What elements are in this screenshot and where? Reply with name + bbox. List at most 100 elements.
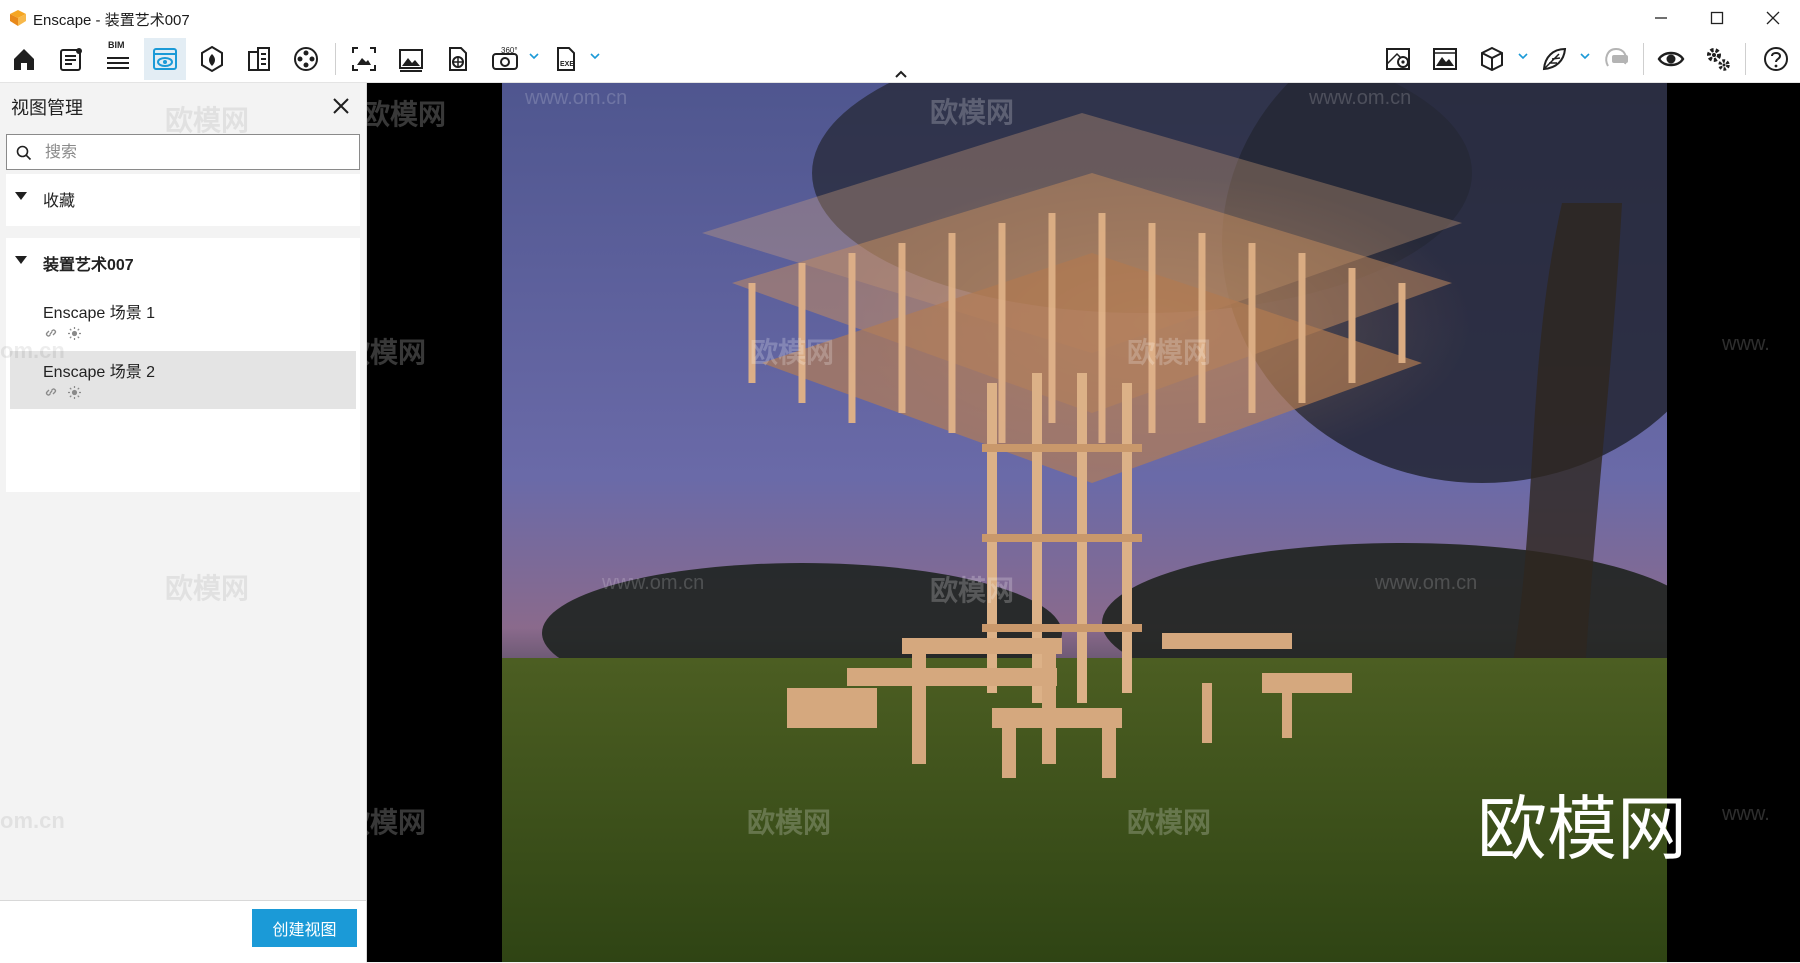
favorites-label: 收藏 <box>43 193 76 210</box>
panorama-label: 360° <box>501 46 518 55</box>
bim-label: BIM <box>108 40 125 50</box>
asset-library-button[interactable] <box>191 38 233 80</box>
building-icon <box>248 47 270 71</box>
visual-settings-button[interactable] <box>1650 38 1692 80</box>
watermark-url: www. <box>1722 803 1770 825</box>
watermark: 欧模网 <box>165 573 250 604</box>
map-pin-icon <box>1386 48 1410 70</box>
favorites-group: 收藏 <box>6 174 360 226</box>
watermark-url: www.om.cn <box>525 87 628 109</box>
gears-icon <box>1707 48 1730 71</box>
create-view-button[interactable]: 创建视图 <box>252 909 357 947</box>
watermark-logo: 欧模网 <box>1477 788 1687 870</box>
project-group: 装置艺术007 Enscape 场景 1 Enscape 场景 2 <box>6 238 360 492</box>
sketch-mode-button[interactable] <box>1533 38 1575 80</box>
chevron-down-icon[interactable] <box>588 49 602 63</box>
watermark: 欧模网 <box>930 575 1015 606</box>
vr-headset-icon <box>1605 47 1628 67</box>
minimize-icon <box>1655 16 1667 19</box>
exe-file-icon: EXE <box>557 47 575 71</box>
project-header[interactable]: 装置艺术007 <box>6 238 360 284</box>
leaf-sketch-icon <box>1542 47 1567 71</box>
watermark: 欧模网 <box>367 99 447 130</box>
watermark-url: om.cn <box>0 338 65 363</box>
watermark-url: www.om.cn <box>1375 572 1478 594</box>
screenshot-button[interactable] <box>343 38 385 80</box>
watermark: 欧模网 <box>1127 807 1212 838</box>
close-icon <box>1766 11 1780 24</box>
chevron-down-icon[interactable] <box>1516 49 1530 63</box>
exe-label: EXE <box>560 61 574 68</box>
eye-icon <box>1657 51 1685 67</box>
watermark: 欧模网 <box>367 337 427 368</box>
watermark-url: www.om.cn <box>1309 87 1412 109</box>
chevron-down-icon[interactable] <box>1578 49 1592 63</box>
batch-render-button[interactable] <box>390 38 432 80</box>
web-standalone-icon <box>449 47 467 71</box>
watermark-url: om.cn <box>0 808 65 833</box>
render-viewport[interactable]: 欧模网 www.om.cn 欧模网 www.om.cn 欧模网 欧模网 欧模网 … <box>367 83 1800 962</box>
document-settings-icon <box>60 48 82 71</box>
chevron-down-icon[interactable] <box>527 49 541 63</box>
panorama-button[interactable]: 360° <box>484 38 526 80</box>
maximize-button[interactable] <box>1690 0 1744 35</box>
enscape-logo-icon <box>10 10 26 26</box>
home-button[interactable] <box>3 38 45 80</box>
capture-icon <box>352 47 376 71</box>
maximize-icon <box>1710 11 1724 24</box>
cube-icon <box>1481 46 1503 72</box>
film-reel-icon <box>294 47 318 71</box>
view-name: Enscape 场景 1 <box>43 305 156 322</box>
panel-title: 视图管理 <box>11 98 83 118</box>
minimize-button[interactable] <box>1634 0 1688 35</box>
help-button[interactable] <box>1755 38 1797 80</box>
toolbar-separator <box>335 43 336 75</box>
caret-down-icon <box>15 192 27 200</box>
views-manager-button[interactable] <box>144 38 186 80</box>
search-box <box>6 134 360 170</box>
home-icon <box>14 49 34 70</box>
toolbar-separator <box>1745 43 1746 75</box>
sun-icon[interactable] <box>67 326 82 341</box>
asset-library-icon <box>201 45 223 73</box>
help-icon <box>1764 47 1788 71</box>
watermark: 欧模网 <box>930 97 1015 128</box>
landscape-icon <box>1433 48 1457 70</box>
watermark-url: www. <box>1722 333 1770 355</box>
favorites-header[interactable]: 收藏 <box>6 174 360 220</box>
atmosphere-button[interactable] <box>1424 38 1466 80</box>
search-icon <box>16 145 32 161</box>
search-input[interactable] <box>43 139 347 167</box>
close-window-button[interactable] <box>1746 0 1800 35</box>
panel-footer: 创建视图 <box>0 900 366 963</box>
close-icon[interactable] <box>330 95 352 117</box>
watermark: 欧模网 <box>367 807 427 838</box>
watermark: 欧模网 <box>165 105 250 136</box>
views-manager-icon <box>153 48 177 70</box>
panorama-360-icon: 360° <box>492 46 518 70</box>
image-icon <box>399 49 423 72</box>
vr-headset-button[interactable] <box>1595 38 1637 80</box>
watermark: 欧模网 <box>1127 337 1212 368</box>
toolbar-separator <box>1643 43 1644 75</box>
project-label: 装置艺术007 <box>43 257 134 274</box>
caret-down-icon <box>15 256 27 264</box>
material-editor-button[interactable] <box>238 38 280 80</box>
web-export-button[interactable] <box>437 38 479 80</box>
view-mode-button[interactable] <box>1471 38 1513 80</box>
sun-icon[interactable] <box>67 385 82 400</box>
title-bar: Enscape - 装置艺术007 <box>0 0 1800 35</box>
bim-button[interactable]: BIM <box>97 38 139 80</box>
collapse-toolbar-icon[interactable] <box>893 68 909 80</box>
watermark: 欧模网 <box>747 807 832 838</box>
views-panel: 视图管理 收藏 装置艺术007 Enscape 场景 1 Enscape 场景 … <box>0 83 367 963</box>
watermark-url: www.om.cn <box>602 572 705 594</box>
window-title: Enscape - 装置艺术007 <box>33 12 190 29</box>
link-icon[interactable] <box>44 385 58 399</box>
video-editor-button[interactable] <box>285 38 327 80</box>
general-settings-button[interactable] <box>1697 38 1739 80</box>
watermark: 欧模网 <box>750 337 835 368</box>
settings-document-button[interactable] <box>50 38 92 80</box>
exe-export-button[interactable]: EXE <box>545 38 587 80</box>
minimap-button[interactable] <box>1377 38 1419 80</box>
